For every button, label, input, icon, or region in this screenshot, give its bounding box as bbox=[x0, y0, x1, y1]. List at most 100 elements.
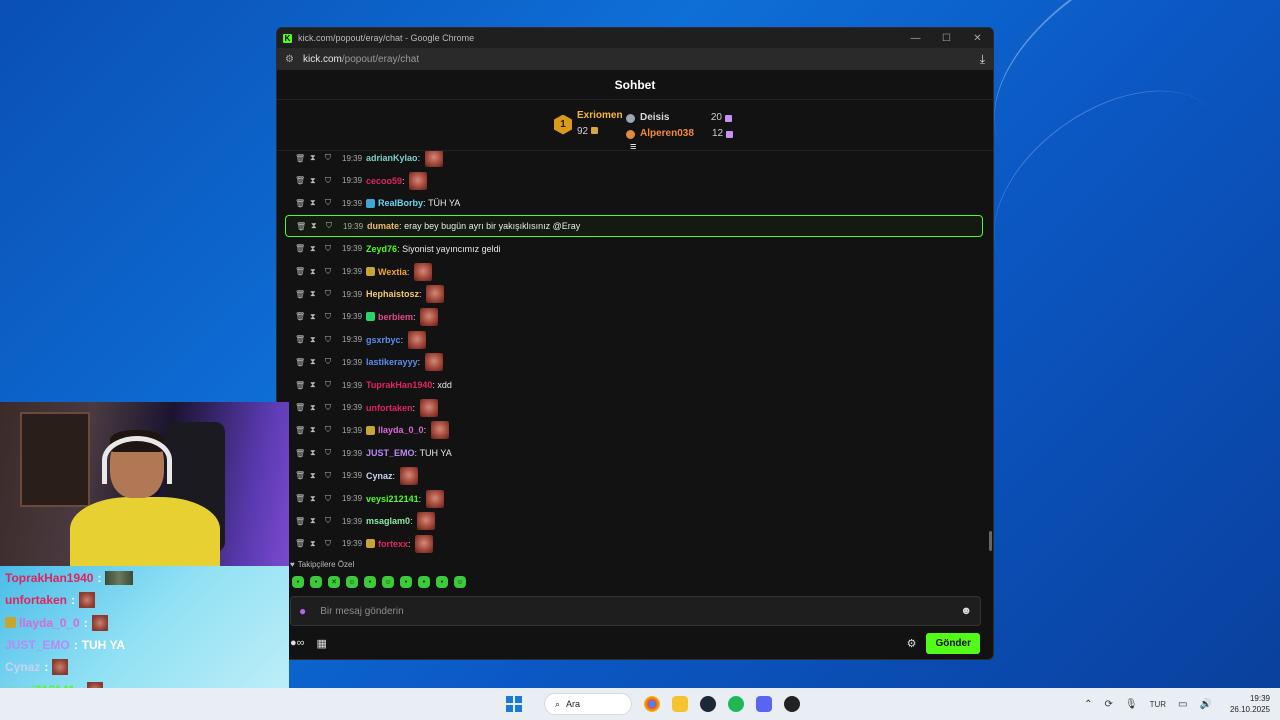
timeout-icon[interactable]: ⧗ bbox=[310, 494, 325, 504]
clock[interactable]: 19:39 26.10.2025 bbox=[1230, 693, 1270, 715]
chat-message[interactable]: 🗑 ⧗ ⛉ 19:39 veysi212141: bbox=[285, 488, 983, 510]
chevron-up-icon[interactable]: ⌃ bbox=[1084, 699, 1092, 710]
ban-shield-icon[interactable]: ⛉ bbox=[325, 448, 340, 458]
store-icon[interactable]: ▦ bbox=[317, 637, 327, 650]
emote-icon[interactable] bbox=[420, 307, 439, 326]
delete-icon[interactable]: 🗑 bbox=[295, 358, 310, 367]
delete-icon[interactable]: 🗑 bbox=[295, 426, 310, 435]
kick-emote-icon[interactable]: • bbox=[436, 576, 448, 588]
message-input[interactable]: ● Bir mesaj gönderin ☻ bbox=[290, 596, 981, 626]
emote-icon[interactable] bbox=[399, 466, 418, 485]
steam-icon[interactable] bbox=[700, 696, 716, 712]
username[interactable]: cecoo59 bbox=[366, 176, 402, 186]
kick-emote-icon[interactable]: • bbox=[292, 576, 304, 588]
ban-shield-icon[interactable]: ⛉ bbox=[325, 153, 340, 163]
timeout-icon[interactable]: ⧗ bbox=[310, 425, 325, 435]
points-infinity-icon[interactable]: ●∞ bbox=[290, 637, 305, 649]
timeout-icon[interactable]: ⧗ bbox=[310, 267, 325, 277]
emote-icon[interactable] bbox=[424, 353, 443, 372]
title-bar[interactable]: K kick.com/popout/eray/chat - Google Chr… bbox=[277, 28, 993, 48]
chat-message[interactable]: 🗑 ⧗ ⛉ 19:39 TuprakHan1940: xdd bbox=[285, 374, 983, 396]
delete-icon[interactable]: 🗑 bbox=[295, 267, 310, 276]
username[interactable]: fortexx bbox=[378, 539, 408, 549]
delete-icon[interactable]: 🗑 bbox=[295, 244, 310, 253]
chat-message[interactable]: 🗑 ⧗ ⛉ 19:39 Cynaz: bbox=[285, 465, 983, 487]
chat-message[interactable]: 🗑 ⧗ ⛉ 19:39 llayda_0_0: bbox=[285, 419, 983, 441]
username[interactable]: Hephaistosz bbox=[366, 289, 419, 299]
username[interactable]: Zeyd76 bbox=[366, 244, 397, 254]
chat-message[interactable]: 🗑 ⧗ ⛉ 19:39 Zeyd76: Siyonist yayıncımız geld… bbox=[285, 238, 983, 260]
delete-icon[interactable]: 🗑 bbox=[295, 494, 310, 503]
emote-icon[interactable] bbox=[415, 534, 434, 553]
ban-shield-icon[interactable]: ⛉ bbox=[325, 516, 340, 526]
maximize-button[interactable]: ☐ bbox=[931, 33, 962, 44]
username[interactable]: msaglam0 bbox=[366, 516, 410, 526]
obs-icon[interactable] bbox=[784, 696, 800, 712]
timeout-icon[interactable]: ⧗ bbox=[310, 357, 325, 367]
chat-message[interactable]: 🗑 ⧗ ⛉ 19:39 Hephaistosz: bbox=[285, 283, 983, 305]
timeout-icon[interactable]: ⧗ bbox=[310, 198, 325, 208]
ban-shield-icon[interactable]: ⛉ bbox=[325, 425, 340, 435]
ban-shield-icon[interactable]: ⛉ bbox=[325, 335, 340, 345]
timeout-icon[interactable]: ⧗ bbox=[310, 176, 325, 186]
file-explorer-icon[interactable] bbox=[672, 696, 688, 712]
emote-icon[interactable] bbox=[413, 262, 432, 281]
site-settings-icon[interactable]: ⚙ bbox=[285, 54, 294, 65]
kick-emote-icon[interactable]: • bbox=[310, 576, 322, 588]
delete-icon[interactable]: 🗑 bbox=[296, 222, 311, 231]
emote-icon[interactable] bbox=[409, 171, 428, 190]
ban-shield-icon[interactable]: ⛉ bbox=[325, 267, 340, 277]
chat-message[interactable]: 🗑 ⧗ ⛉ 19:39 JUST_EMO: TUH YA bbox=[285, 442, 983, 464]
kick-emote-icon[interactable]: • bbox=[364, 576, 376, 588]
leaderboard-second[interactable]: Deisis 20 bbox=[626, 110, 733, 126]
delete-icon[interactable]: 🗑 bbox=[295, 290, 310, 299]
leaderboard-first[interactable]: 1 Exriomen 92 bbox=[554, 110, 623, 139]
chat-message[interactable]: 🗑 ⧗ ⛉ 19:39 adrianKylao: bbox=[285, 151, 983, 169]
emote-icon[interactable] bbox=[419, 398, 438, 417]
username[interactable]: unfortaken bbox=[366, 403, 413, 413]
delete-icon[interactable]: 🗑 bbox=[295, 449, 310, 458]
username[interactable]: dumate bbox=[367, 221, 399, 231]
delete-icon[interactable]: 🗑 bbox=[295, 403, 310, 412]
network-icon[interactable]: ▭ bbox=[1178, 699, 1187, 710]
download-icon[interactable]: ⤓ bbox=[980, 52, 985, 67]
timeout-icon[interactable]: ⧗ bbox=[310, 312, 325, 322]
ban-shield-icon[interactable]: ⛉ bbox=[325, 312, 340, 322]
emote-icon[interactable] bbox=[417, 512, 436, 531]
kick-emote-icon[interactable]: ☺ bbox=[382, 576, 394, 588]
emote-icon[interactable] bbox=[426, 285, 445, 304]
discord-icon[interactable] bbox=[756, 696, 772, 712]
taskbar-search[interactable]: ⌕ Ara bbox=[544, 693, 632, 715]
timeout-icon[interactable]: ⧗ bbox=[310, 380, 325, 390]
leaderboard-third[interactable]: Alperen038 12 bbox=[626, 126, 734, 142]
ban-shield-icon[interactable]: ⛉ bbox=[325, 289, 340, 299]
username[interactable]: llayda_0_0 bbox=[378, 425, 424, 435]
timeout-icon[interactable]: ⧗ bbox=[310, 448, 325, 458]
chat-message[interactable]: 🗑 ⧗ ⛉ 19:39 Wextia: bbox=[285, 261, 983, 283]
address-bar[interactable]: ⚙ kick.com/popout/eray/chat ⤓ bbox=[277, 48, 993, 70]
timeout-icon[interactable]: ⧗ bbox=[310, 403, 325, 413]
username[interactable]: gsxrbyc bbox=[366, 335, 401, 345]
emote-icon[interactable] bbox=[424, 151, 443, 167]
ban-shield-icon[interactable]: ⛉ bbox=[325, 198, 340, 208]
chat-message[interactable]: 🗑 ⧗ ⛉ 19:39 cecoo59: bbox=[285, 170, 983, 192]
ban-shield-icon[interactable]: ⛉ bbox=[325, 380, 340, 390]
chat-message[interactable]: 🗑 ⧗ ⛉ 19:39 lastikerayyy: bbox=[285, 351, 983, 373]
chrome-icon[interactable] bbox=[644, 696, 660, 712]
ban-shield-icon[interactable]: ⛉ bbox=[325, 403, 340, 413]
delete-icon[interactable]: 🗑 bbox=[295, 517, 310, 526]
chat-message[interactable]: 🗑 ⧗ ⛉ 19:39 berbiem: bbox=[285, 306, 983, 328]
timeout-icon[interactable]: ⧗ bbox=[310, 244, 325, 254]
kick-emote-icon[interactable]: ✕ bbox=[328, 576, 340, 588]
username[interactable]: berbiem bbox=[378, 312, 413, 322]
username[interactable]: RealBorby bbox=[378, 198, 423, 208]
chat-message[interactable]: 🗑 ⧗ ⛉ 19:39 unfortaken: bbox=[285, 397, 983, 419]
spotify-icon[interactable] bbox=[728, 696, 744, 712]
microphone-icon[interactable]: ● bbox=[299, 604, 306, 618]
minimize-button[interactable]: — bbox=[900, 33, 931, 44]
delete-icon[interactable]: 🗑 bbox=[295, 539, 310, 548]
username[interactable]: lastikerayyy bbox=[366, 357, 418, 367]
username[interactable]: adrianKylao bbox=[366, 153, 418, 163]
scrollbar[interactable] bbox=[989, 531, 992, 551]
timeout-icon[interactable]: ⧗ bbox=[310, 335, 325, 345]
